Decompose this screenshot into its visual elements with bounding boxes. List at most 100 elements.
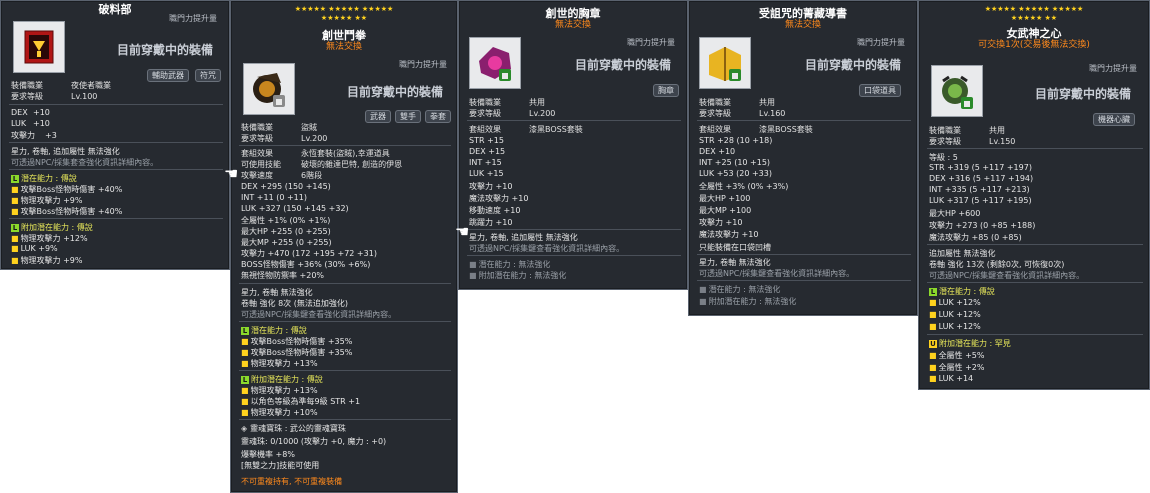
level-value: Lv.200 [529, 109, 556, 118]
divider [239, 419, 451, 420]
grade-line: 等級 : 5 [929, 153, 958, 162]
level-value: Lv.100 [71, 92, 98, 101]
potential-text: 攻擊Boss怪物時傷害 +35% [250, 348, 353, 357]
skill-value: 破壞的雜達巴特, 創造的伊恩 [301, 160, 403, 169]
level-label: 要求等級 [11, 92, 43, 101]
divider [239, 283, 451, 284]
job-row: 裝備職業 共用 [699, 97, 775, 108]
set-label: 套組效果 [699, 125, 731, 134]
potential-text: LUK +12% [938, 310, 981, 319]
item-title: 創世的胸章 [545, 7, 601, 20]
wearing-label: 目前穿戴中的裝備 [575, 58, 672, 72]
stat-line: 魔法攻擊力 +10 [699, 230, 759, 239]
bullet-icon: ■ [929, 298, 937, 307]
wearing-label: 目前穿戴中的裝備 [1035, 87, 1132, 101]
potential-line: ■ LUK +12% [929, 298, 981, 307]
stat-line: LUK +15 [469, 169, 504, 178]
enhance-info: 星力, 卷軸, 追加屬性 無法強化 [469, 233, 578, 242]
speed-row: 攻擊速度 6階段 [241, 170, 322, 181]
divider [467, 255, 681, 256]
enhance-hint: 可透過NPC/採集套查強化資訊詳細內容。 [11, 158, 159, 167]
add-potential-text: 物理攻擊力 +13% [250, 386, 318, 395]
add-potential-disabled-text: 附加潛在能力 : 無法強化 [478, 271, 567, 280]
badge-icon [479, 47, 511, 81]
trade-status: 無法交換 [554, 20, 591, 30]
divider [927, 334, 1143, 335]
tooltip-panel-5: ★★★★★ ★★★★★ ★★★★★ ★★★★★ ★★ 女武神之心 可交換1次(交… [918, 0, 1150, 390]
stat-line: INT +11 (0 +11) [241, 193, 307, 202]
set-label: 套組效果 [241, 149, 273, 158]
divider [9, 104, 223, 105]
potential-disabled: ■ 潛在能力 : 無法強化 [699, 284, 780, 295]
enhance-info: 星力, 卷軸, 追加屬性 無法強化 [11, 147, 120, 156]
bullet-icon: ■ [929, 351, 937, 360]
add-potential-line: ■ 以角色等級為準每9級 STR +1 [241, 396, 360, 407]
add-potential-label: 附加潛在能力 : 傳說 [251, 375, 323, 384]
enhance-hint: 可透過NPC/採集鍵查看強化資訊詳細內容。 [699, 269, 855, 278]
wearing-label: 目前穿戴中的裝備 [805, 58, 902, 72]
potential-text: 攻擊Boss怪物時傷害 +40% [20, 185, 123, 194]
star-force-row-1: ★★★★★ ★★★★★ ★★★★★ [294, 5, 394, 13]
bullet-icon: ■ [929, 363, 937, 372]
unique-grade-icon: U [929, 340, 937, 348]
set-value: 漆黑BOSS套裝 [529, 125, 583, 134]
scroll-info: 卷軸 強化 13次 (剩餘0次, 可恢復0次) [929, 260, 1065, 269]
wearing-label: 目前穿戴中的裝備 [347, 85, 444, 99]
job-row: 裝備職業 盜賊 [241, 122, 317, 133]
divider [9, 218, 223, 219]
tooltip-panel-2: ★★★★★ ★★★★★ ★★★★★ ★★★★★ ★★ 創世鬥拳 無法交換 職門力… [230, 0, 458, 493]
potential-text: LUK +12% [938, 298, 981, 307]
add-potential-line: ■ 全屬性 +5% [929, 350, 985, 361]
tag-sub-weapon: 輔助武器 [147, 69, 189, 82]
potential-text: 攻擊Boss怪物時傷害 +35% [250, 337, 353, 346]
stat-key: DEX [11, 108, 28, 117]
stat-line: 攻擊力 +273 (0 +85 +188) [929, 221, 1036, 230]
add-potential-text: 物理攻擊力 +10% [250, 408, 318, 417]
job-label: 裝備職業 [699, 98, 731, 107]
add-potential-text: 全屬性 +2% [938, 363, 985, 372]
add-potential-text: LUK +9% [20, 244, 58, 253]
divider [697, 280, 911, 281]
stat-line: 最大HP +600 [929, 209, 981, 218]
level-value: Lv.160 [759, 109, 786, 118]
skill-row: 可使用技能 破壞的雜達巴特, 創造的伊恩 [241, 159, 402, 170]
potential-line: ■ LUK +12% [929, 310, 981, 319]
legendary-grade-icon: L [11, 175, 19, 183]
add-potential-header: L 附加潛在能力 : 傳說 [241, 374, 323, 385]
stat-line: STR +319 (5 +117 +197) [929, 163, 1032, 172]
legendary-grade-icon: L [241, 376, 249, 384]
divider [239, 321, 451, 322]
potential-text: 攻擊Boss怪物時傷害 +40% [20, 207, 123, 216]
star-force-row-1: ★★★★★ ★★★★★ ★★★★★ [984, 5, 1084, 13]
bullet-icon: ■ [241, 348, 249, 357]
divider [9, 169, 223, 170]
level-value: Lv.150 [989, 137, 1016, 146]
potential-header: L 潛在能力 : 傳說 [929, 286, 995, 297]
stat-val: +3 [45, 131, 57, 140]
bullet-icon: ■ [11, 256, 19, 265]
level-label: 要求等級 [241, 134, 273, 143]
stat-line: 跳躍力 +10 [469, 218, 513, 227]
role-power-label: 職門力提升量 [399, 60, 447, 69]
potential-disabled: ■ 潛在能力 : 無法強化 [469, 259, 550, 270]
bullet-icon: ■ [11, 244, 19, 253]
add-potential-line: ■ LUK +9% [11, 244, 58, 253]
level-row: 要求等級 Lv.200 [241, 133, 327, 144]
divider [697, 120, 911, 121]
heart-icon [942, 75, 973, 109]
stat-line: STR +28 (10 +18) [699, 136, 773, 145]
potential-text: LUK +12% [938, 322, 981, 331]
job-row: 裝備職業 共用 [929, 125, 1005, 136]
stat-line: 最大MP +100 [699, 206, 752, 215]
bullet-icon: ■ [241, 337, 249, 346]
potential-label: 潛在能力 : 傳說 [939, 287, 995, 296]
tag-badge: 胸章 [653, 84, 679, 97]
stat-line: LUK +317 (5 +117 +195) [929, 196, 1032, 205]
potential-line: ■ LUK +12% [929, 322, 981, 331]
potential-line: ■ 物理攻擊力 +13% [241, 358, 318, 369]
potential-line: ■ 攻擊Boss怪物時傷害 +35% [241, 336, 352, 347]
disabled-grade-icon: ■ [469, 271, 477, 280]
hand-cursor-icon: ☚ [224, 164, 239, 183]
knuckle-icon [253, 73, 285, 107]
add-potential-line: ■ 全屬性 +2% [929, 362, 985, 373]
